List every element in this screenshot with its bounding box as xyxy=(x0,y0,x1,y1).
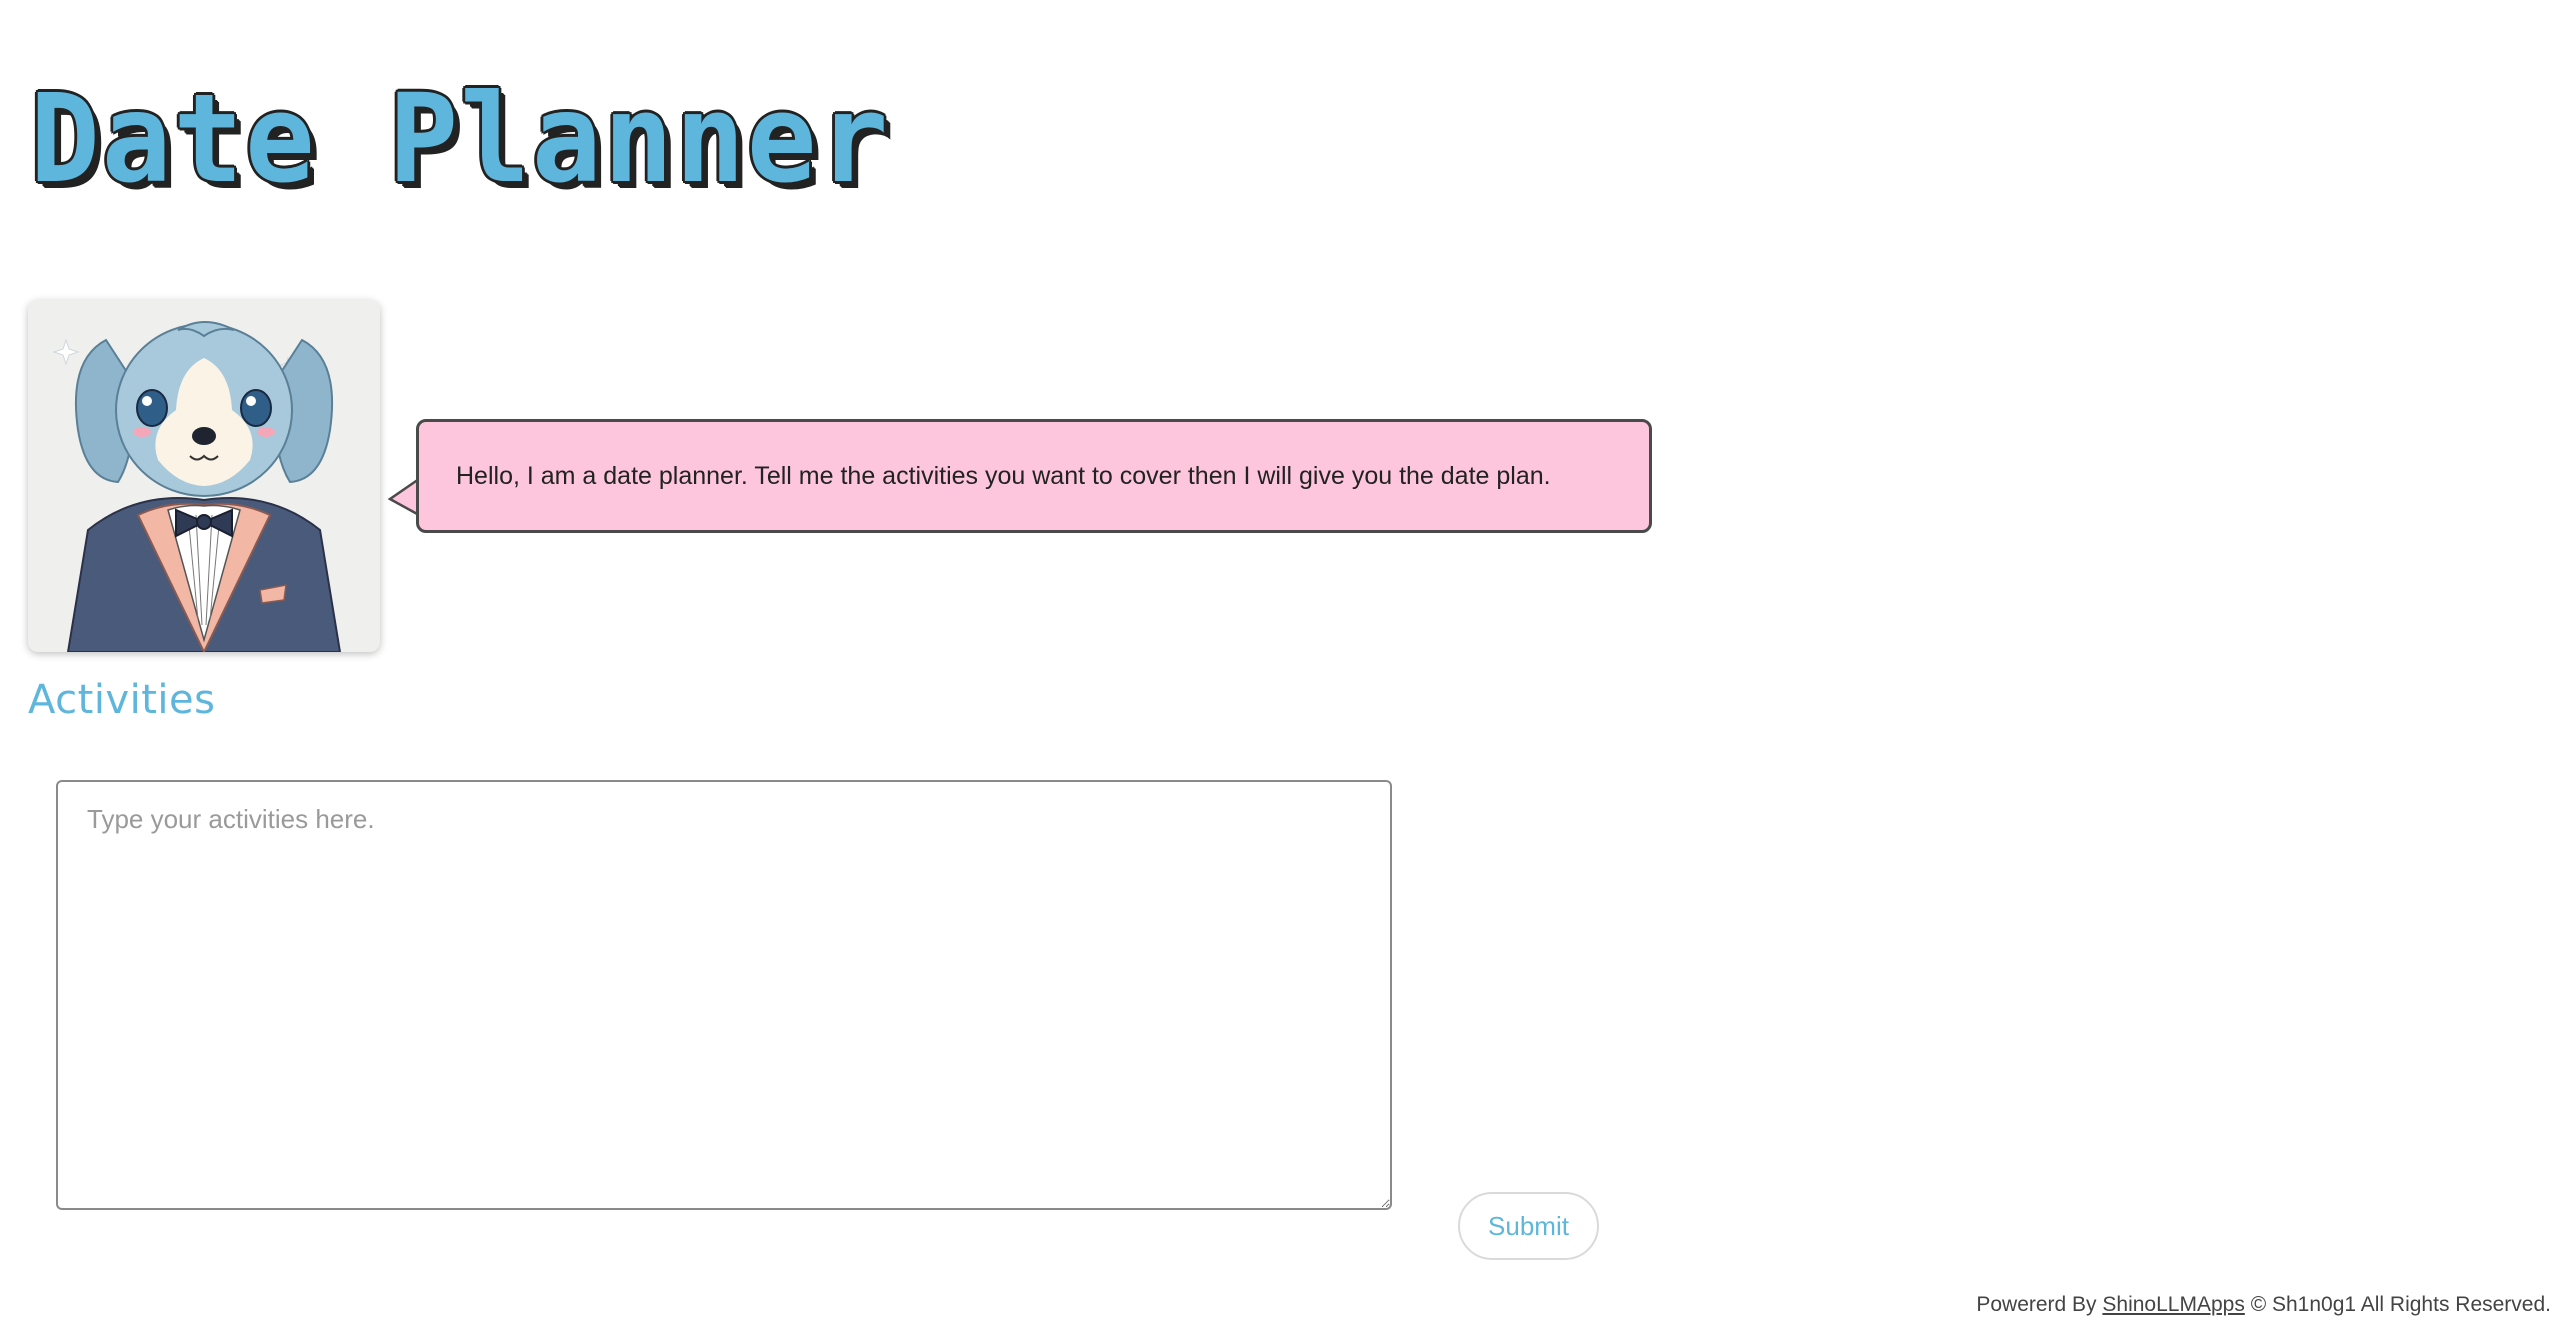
footer-prefix: Powererd By xyxy=(1976,1293,2097,1316)
footer-link[interactable]: ShinoLLMApps xyxy=(2102,1293,2244,1316)
activities-input[interactable] xyxy=(56,780,1392,1210)
page: Date Planner Hello, I am a date planner.… xyxy=(0,0,2557,1320)
assistant-avatar xyxy=(28,300,380,652)
submit-button[interactable]: Submit xyxy=(1458,1192,1599,1260)
assistant-message-text: Hello, I am a date planner. Tell me the … xyxy=(456,461,1551,490)
activities-label: Activities xyxy=(28,677,216,723)
dog-butler-avatar-icon xyxy=(28,300,380,652)
footer: Powererd By ShinoLLMApps © Sh1n0g1 All R… xyxy=(1976,1293,2551,1317)
assistant-message-bubble: Hello, I am a date planner. Tell me the … xyxy=(416,419,1652,533)
footer-copyright: © Sh1n0g1 All Rights Reserved. xyxy=(2250,1293,2551,1316)
page-title: Date Planner xyxy=(30,68,891,210)
